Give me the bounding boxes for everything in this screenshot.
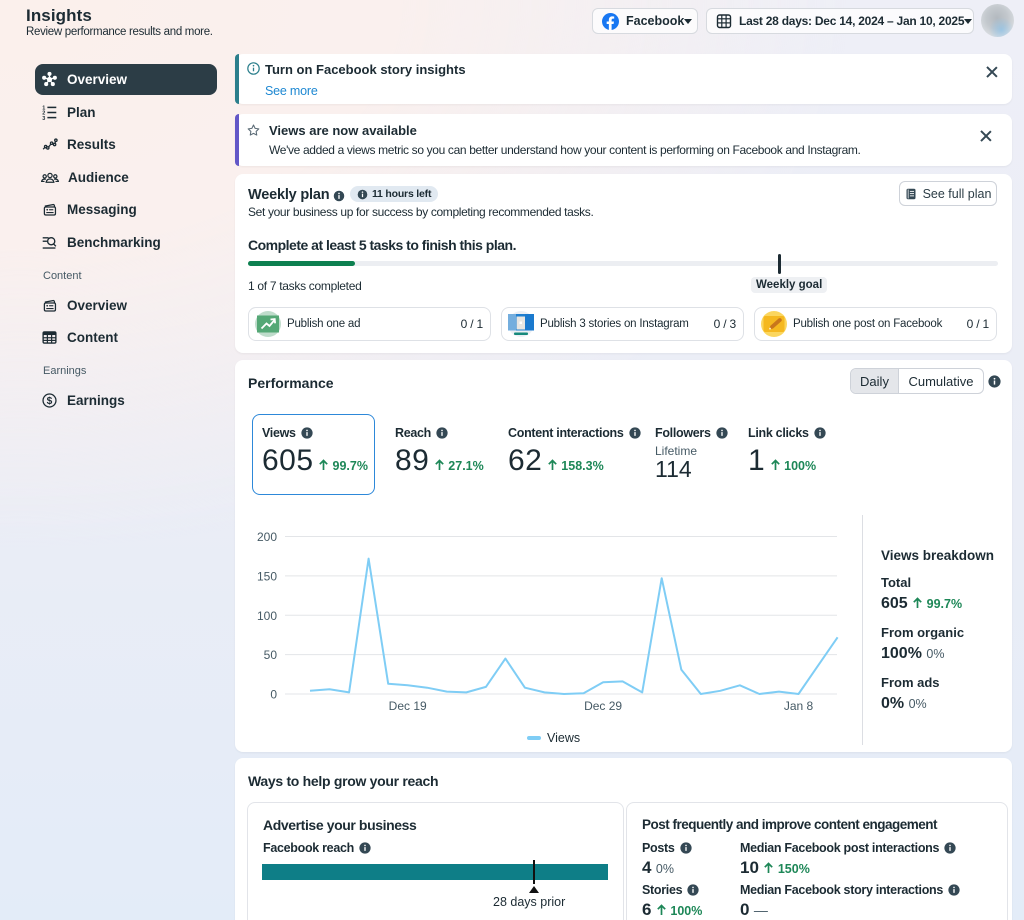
svg-text:150: 150 [257, 569, 277, 583]
svg-text:50: 50 [264, 648, 278, 662]
svg-text:Dec 19: Dec 19 [389, 699, 427, 713]
svg-text:100: 100 [257, 609, 277, 623]
svg-text:Dec 29: Dec 29 [584, 699, 622, 713]
svg-text:200: 200 [257, 530, 277, 544]
svg-text:0: 0 [270, 688, 277, 702]
svg-text:Jan 8: Jan 8 [784, 699, 814, 713]
svg-text:3: 3 [42, 115, 45, 120]
svg-text:$: $ [47, 396, 53, 407]
